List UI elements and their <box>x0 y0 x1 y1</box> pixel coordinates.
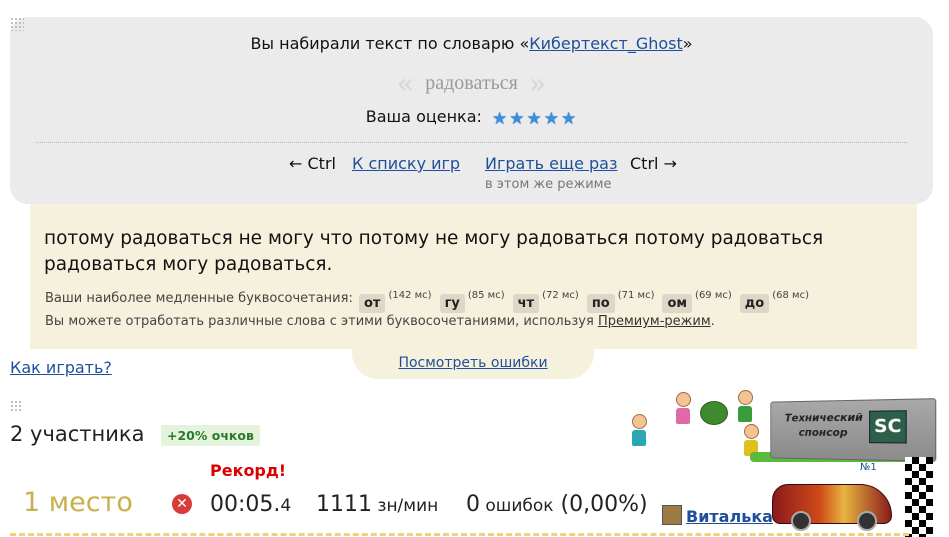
bigram-chip: до <box>739 294 770 313</box>
errors-value: 0 <box>466 492 480 517</box>
dictionary-word: радоваться <box>425 72 518 94</box>
bigram-time: (69 мс) <box>695 290 732 301</box>
player-link[interactable]: Виталька <box>686 507 773 526</box>
typed-text: потому радоваться не могу что потому не … <box>44 228 824 275</box>
speed-value: 1111 <box>316 492 372 517</box>
speed-unit: зн/мин <box>372 496 439 516</box>
bigram-chip: чт <box>512 294 540 313</box>
dictionary-prefix: Вы набирали текст по словарю « <box>250 34 530 53</box>
bigram-time: (68 мс) <box>772 290 809 301</box>
premium-suffix: . <box>710 314 715 329</box>
dictionary-link[interactable]: Кибертекст_Ghost <box>529 34 683 53</box>
bigram-chip: по <box>586 294 615 313</box>
track-line <box>10 533 909 536</box>
participants-count: 2 участника <box>10 422 145 446</box>
race-car-icon <box>772 484 892 531</box>
kid-figure-icon <box>632 414 647 446</box>
avatar[interactable] <box>662 505 682 525</box>
result-panel: Вы набирали текст по словарю «Кибертекст… <box>10 17 933 204</box>
star-icon[interactable]: ★ <box>509 109 524 129</box>
rank-badge: №1 <box>860 462 877 473</box>
record-badge: Рекорд! <box>210 461 287 480</box>
sponsor-line-1: Технический <box>784 410 863 425</box>
premium-prefix: Вы можете отработать различные слова с э… <box>45 314 598 329</box>
time-main: 00:05. <box>210 492 281 517</box>
result-speed: 1111 зн/мин <box>316 492 438 517</box>
sponsor-logo: SC <box>869 410 907 444</box>
games-list-link[interactable]: К списку игр <box>352 154 460 173</box>
errors-unit: ошибок <box>480 496 554 516</box>
quote-right-icon: » <box>528 67 547 100</box>
star-icon[interactable]: ★ <box>492 109 507 129</box>
finish-flag-icon <box>905 457 933 537</box>
star-icon[interactable]: ★ <box>544 109 559 129</box>
star-icon[interactable]: ★ <box>561 109 576 129</box>
errors-tab: Посмотреть ошибки <box>352 349 594 379</box>
play-again-link[interactable]: Играть еще раз <box>485 154 617 173</box>
bigram-time: (142 мс) <box>388 290 432 301</box>
player: Виталька <box>662 505 773 526</box>
bigram-chip: ом <box>662 294 693 313</box>
bigram-chip: гу <box>439 294 465 313</box>
result-errors: 0 ошибок (0,00%) <box>466 492 648 517</box>
bigram-time: (85 мс) <box>467 290 505 301</box>
rating-line: Ваша оценка: ★ ★ ★ ★ ★ <box>10 107 933 129</box>
errors-percent: (0,00%) <box>553 492 648 517</box>
errors-icon: ✕ <box>172 494 192 514</box>
dictionary-line: Вы набирали текст по словарю «Кибертекст… <box>10 34 933 53</box>
premium-hint: Вы можете отработать различные слова с э… <box>45 314 715 329</box>
slow-bigrams: Ваши наиболее медленные буквосочетания: … <box>45 290 815 313</box>
dictionary-suffix: » <box>682 34 693 53</box>
star-icon[interactable]: ★ <box>527 109 542 129</box>
sponsor-line-2: спонсор <box>798 426 848 439</box>
sponsor-sign[interactable]: Технический спонсор SC <box>770 398 937 462</box>
kid-figure-icon <box>676 392 691 424</box>
time-fraction: 4 <box>280 496 292 516</box>
corner-dots-icon <box>10 17 24 31</box>
bigram-chip: от <box>358 294 386 313</box>
dots-icon <box>10 400 22 412</box>
nav-forward-shortcut: Ctrl → <box>630 154 677 173</box>
rating-stars[interactable]: ★ ★ ★ ★ ★ <box>491 109 577 129</box>
typed-text-panel: потому радоваться не могу что потому не … <box>30 204 917 349</box>
sponsor-text: Технический спонсор <box>782 410 866 440</box>
bonus-badge: +20% очков <box>161 425 260 446</box>
bigram-time: (71 мс) <box>617 290 655 301</box>
kid-figure-icon <box>738 390 753 422</box>
play-again-hint: в этом же режиме <box>485 177 612 192</box>
premium-link[interactable]: Премиум-режим <box>598 314 711 329</box>
view-errors-link[interactable]: Посмотреть ошибки <box>398 355 547 371</box>
rating-label: Ваша оценка: <box>365 107 482 126</box>
result-time: 00:05.4 <box>210 492 291 517</box>
divider <box>36 142 907 143</box>
nav-back-shortcut: ← Ctrl <box>289 154 336 173</box>
bigram-time: (72 мс) <box>542 290 579 301</box>
how-to-play-link[interactable]: Как играть? <box>10 358 112 377</box>
slow-bigrams-label: Ваши наиболее медленные буквосочетания: <box>45 291 353 306</box>
word-line: « радоваться » <box>10 67 933 100</box>
place-label: 1 место <box>23 487 133 518</box>
bush-icon <box>700 401 728 425</box>
quote-left-icon: « <box>396 67 415 100</box>
